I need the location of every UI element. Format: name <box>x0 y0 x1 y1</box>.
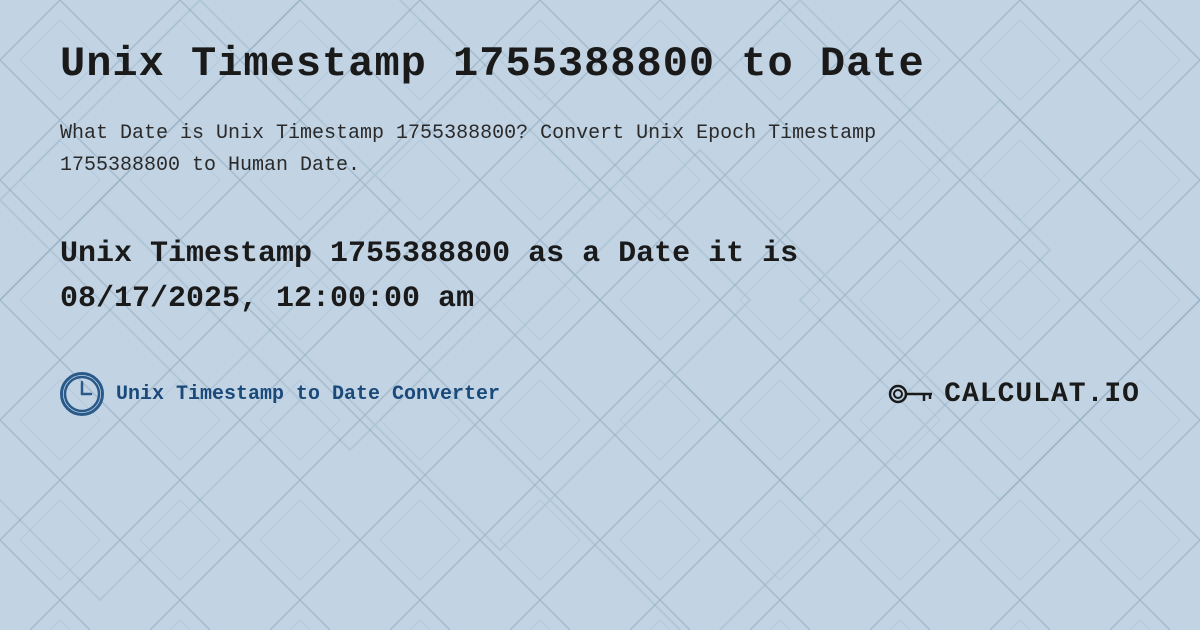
result-line1: Unix Timestamp 1755388800 as a Date it i… <box>60 237 798 271</box>
result-text: Unix Timestamp 1755388800 as a Date it i… <box>60 232 1140 322</box>
result-section: Unix Timestamp 1755388800 as a Date it i… <box>60 232 1140 322</box>
footer-label: Unix Timestamp to Date Converter <box>116 383 500 406</box>
logo-text: CALCULAT.IO <box>944 379 1140 410</box>
clock-icon <box>60 372 104 416</box>
page-title: Unix Timestamp 1755388800 to Date <box>60 40 1140 88</box>
footer: Unix Timestamp to Date Converter CALCULA… <box>60 372 1140 416</box>
logo-area: CALCULAT.IO <box>886 374 1140 414</box>
page-description: What Date is Unix Timestamp 1755388800? … <box>60 118 960 182</box>
result-line2: 08/17/2025, 12:00:00 am <box>60 282 474 316</box>
logo-icon <box>886 374 936 414</box>
footer-left: Unix Timestamp to Date Converter <box>60 372 500 416</box>
